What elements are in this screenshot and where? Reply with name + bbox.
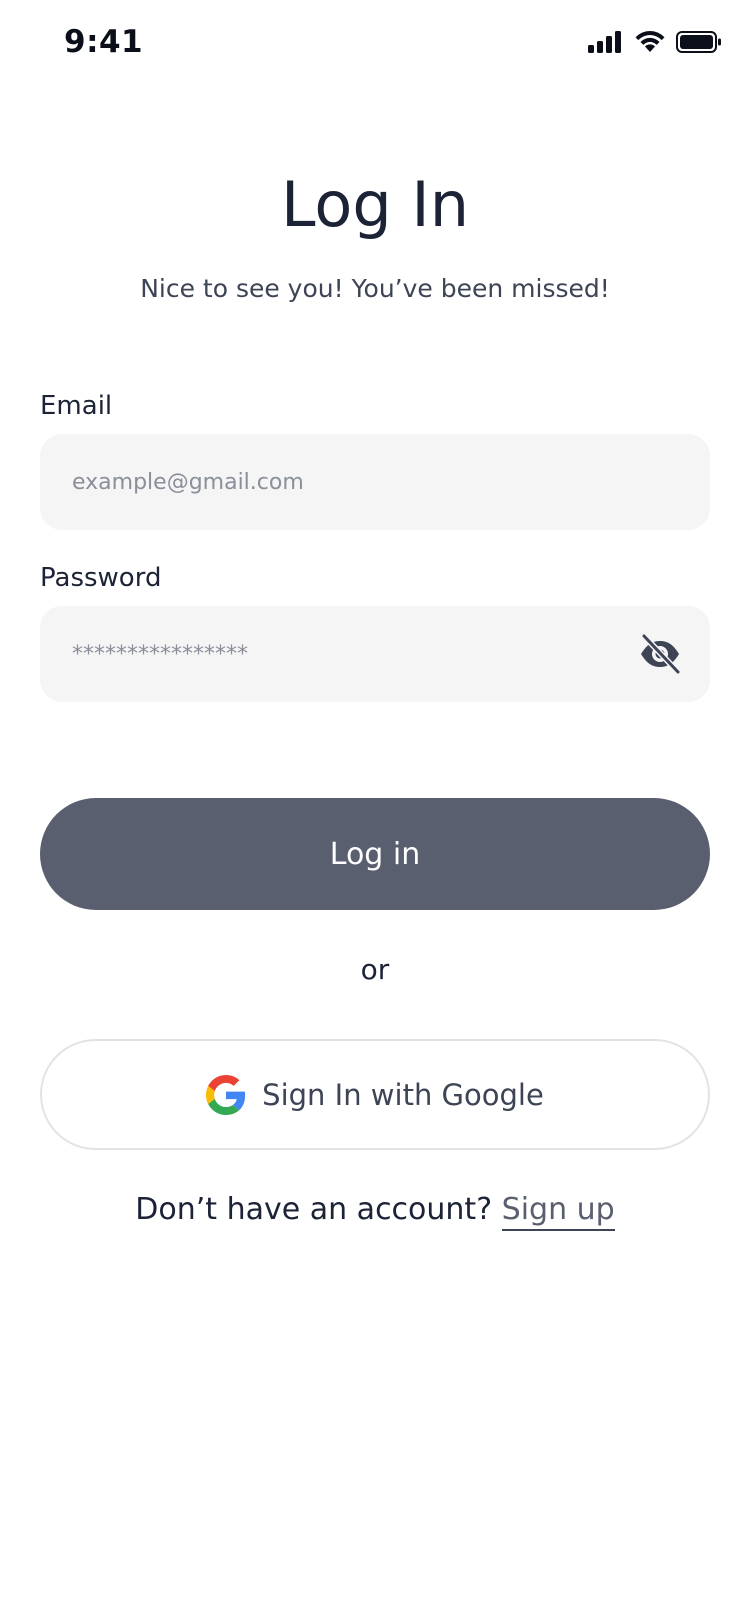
email-label: Email	[40, 391, 113, 421]
page-title: Log In	[280, 168, 470, 241]
battery-icon	[676, 30, 722, 58]
or-divider: or	[360, 953, 390, 986]
page-subtitle: Nice to see you! You’ve been missed!	[140, 274, 610, 303]
password-field-container	[40, 606, 710, 702]
signup-prompt: Don’t have an account?	[135, 1192, 502, 1227]
signup-row: Don’t have an account? Sign up	[0, 1192, 750, 1231]
password-input[interactable]	[72, 606, 632, 702]
login-button[interactable]: Log in	[40, 798, 710, 910]
google-signin-button[interactable]: Sign In with Google	[40, 1039, 710, 1150]
email-field-container	[40, 434, 710, 530]
signup-link[interactable]: Sign up	[501, 1192, 615, 1231]
status-bar: 9:41	[0, 0, 750, 92]
password-label: Password	[40, 563, 162, 593]
status-time: 9:41	[64, 24, 144, 60]
email-input[interactable]	[72, 434, 632, 530]
eye-off-icon[interactable]	[638, 632, 682, 676]
signal-icon	[588, 30, 624, 58]
google-logo-icon	[206, 1074, 246, 1115]
status-icons	[588, 30, 722, 58]
google-signin-label: Sign In with Google	[262, 1077, 544, 1112]
wifi-icon	[634, 30, 666, 58]
